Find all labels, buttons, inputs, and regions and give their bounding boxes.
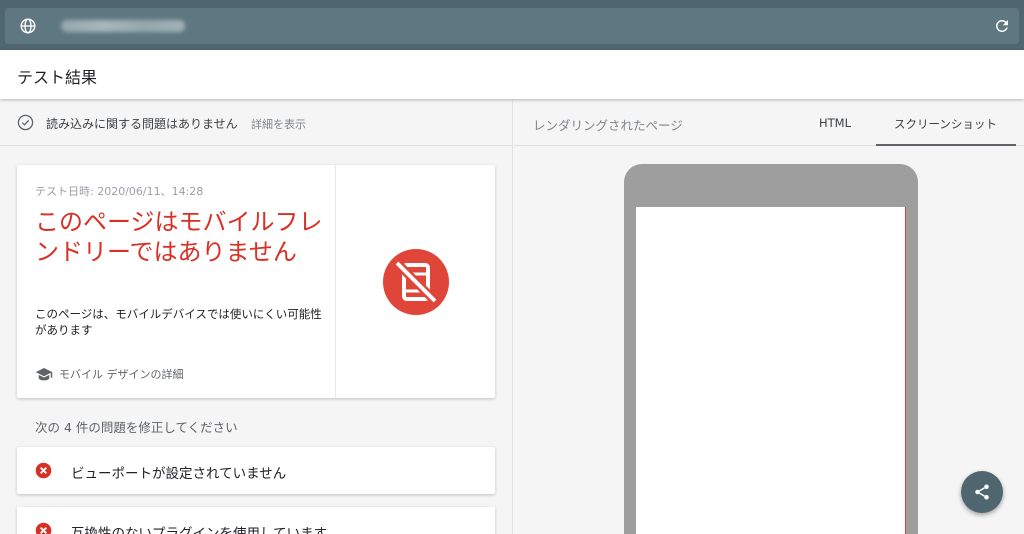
result-description: このページは、モバイルデバイスでは使いにくい可能性があります: [35, 307, 322, 337]
tab-html[interactable]: HTML: [819, 116, 851, 130]
mobile-design-link[interactable]: モバイル デザインの詳細: [35, 366, 184, 382]
rendered-tabs-row: レンダリングされたページ HTML スクリーンショット: [514, 99, 1024, 146]
share-icon: [975, 484, 989, 500]
error-icon: [35, 462, 52, 479]
loading-status-text: 読み込みに関する問題はありません: [46, 117, 238, 131]
error-icon: [35, 522, 52, 534]
view-details-link[interactable]: 詳細を表示: [251, 116, 306, 132]
active-tab-indicator: [876, 144, 1016, 146]
share-button[interactable]: [961, 471, 1003, 513]
phone-frame: [624, 164, 918, 534]
issue-item[interactable]: 互換性のないプラグインを使用しています: [17, 507, 495, 534]
school-icon: [35, 368, 53, 381]
page-title: テスト結果: [17, 68, 98, 87]
issue-text: ビューポートが設定されていません: [71, 466, 287, 482]
reload-icon[interactable]: [993, 17, 1011, 35]
phone-screen-preview[interactable]: [636, 207, 906, 534]
rendered-page-pane: レンダリングされたページ HTML スクリーンショット: [514, 99, 1024, 534]
page-header: テスト結果: [0, 50, 1024, 99]
not-mobile-friendly-icon: [383, 249, 449, 315]
url-text-blurred: [61, 20, 185, 32]
result-card: テスト日時: 2020/06/11、14:28 このページはモバイルフレンドリー…: [17, 165, 495, 398]
test-date: テスト日時: 2020/06/11、14:28: [35, 185, 204, 198]
issue-item[interactable]: ビューポートが設定されていません: [17, 447, 495, 494]
mobile-design-link-label: モバイル デザインの詳細: [59, 368, 184, 381]
issues-count-label: 次の 4 件の問題を修正してください: [35, 420, 238, 435]
check-circle-icon: [17, 114, 34, 131]
result-headline: このページはモバイルフレンドリーではありません: [35, 208, 323, 266]
tab-screenshot[interactable]: スクリーンショット: [894, 116, 997, 132]
card-divider: [335, 165, 336, 398]
url-bar-field[interactable]: [5, 8, 1019, 44]
globe-icon: [20, 18, 36, 34]
results-pane: 読み込みに関する問題はありません 詳細を表示 テスト日時: 2020/06/11…: [0, 99, 513, 534]
loading-status-row: 読み込みに関する問題はありません 詳細を表示: [0, 99, 512, 146]
issue-text: 互換性のないプラグインを使用しています: [71, 526, 328, 534]
rendered-page-label: レンダリングされたページ: [533, 118, 683, 133]
url-bar: [0, 0, 1024, 50]
